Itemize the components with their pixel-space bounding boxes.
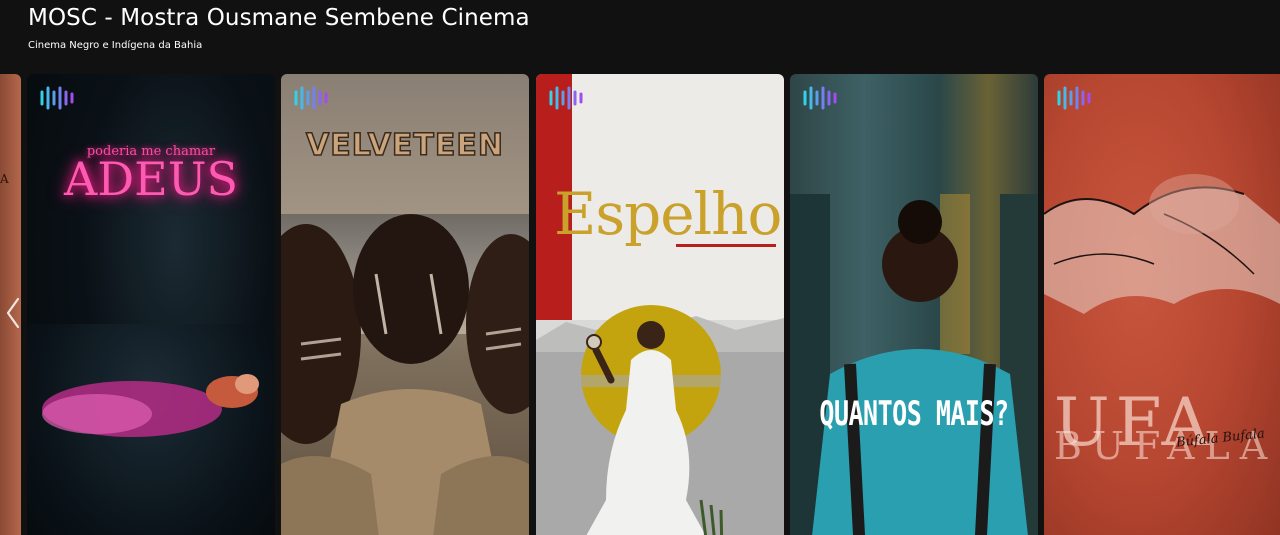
poster-scene	[536, 305, 784, 535]
poster-title: VELVETEEN	[305, 127, 504, 164]
film-card-bufala[interactable]: UFA BUFALA Búfala Bufala	[1044, 74, 1280, 535]
film-card-espelho[interactable]: Espelho	[536, 74, 784, 535]
page-subtitle: Cinema Negro e Indígena da Bahia	[28, 40, 203, 51]
chevron-left-icon[interactable]	[4, 296, 22, 330]
poster-underline	[676, 244, 776, 247]
waveform-logo-icon	[40, 86, 74, 110]
poster-title: ADEUS	[64, 152, 238, 206]
poster-figure	[790, 194, 1038, 535]
poster-title: Espelho	[554, 180, 782, 248]
waveform-logo-icon	[294, 86, 328, 110]
poster-title: QUANTOS MAIS?	[819, 394, 1009, 434]
poster-figure	[281, 214, 529, 535]
film-card-velveteen[interactable]: VELVETEEN	[281, 74, 529, 535]
poster-figure	[42, 374, 259, 437]
film-card-adeus[interactable]: poderia me chamar ADEUS	[27, 74, 275, 535]
page-title: MOSC - Mostra Ousmane Sembene Cinema	[28, 5, 530, 31]
waveform-logo-icon	[803, 86, 837, 110]
peek-card-letter: A	[0, 172, 9, 186]
waveform-logo-icon	[549, 86, 583, 110]
poster-art	[1044, 174, 1280, 314]
film-carousel[interactable]: A poderia me chamar ADEUS VELVETEEN Espe…	[0, 74, 1280, 535]
page-header: MOSC - Mostra Ousmane Sembene Cinema Cin…	[28, 4, 530, 51]
waveform-logo-icon	[1057, 86, 1091, 110]
film-card-quantos-mais[interactable]: QUANTOS MAIS?	[790, 74, 1038, 535]
